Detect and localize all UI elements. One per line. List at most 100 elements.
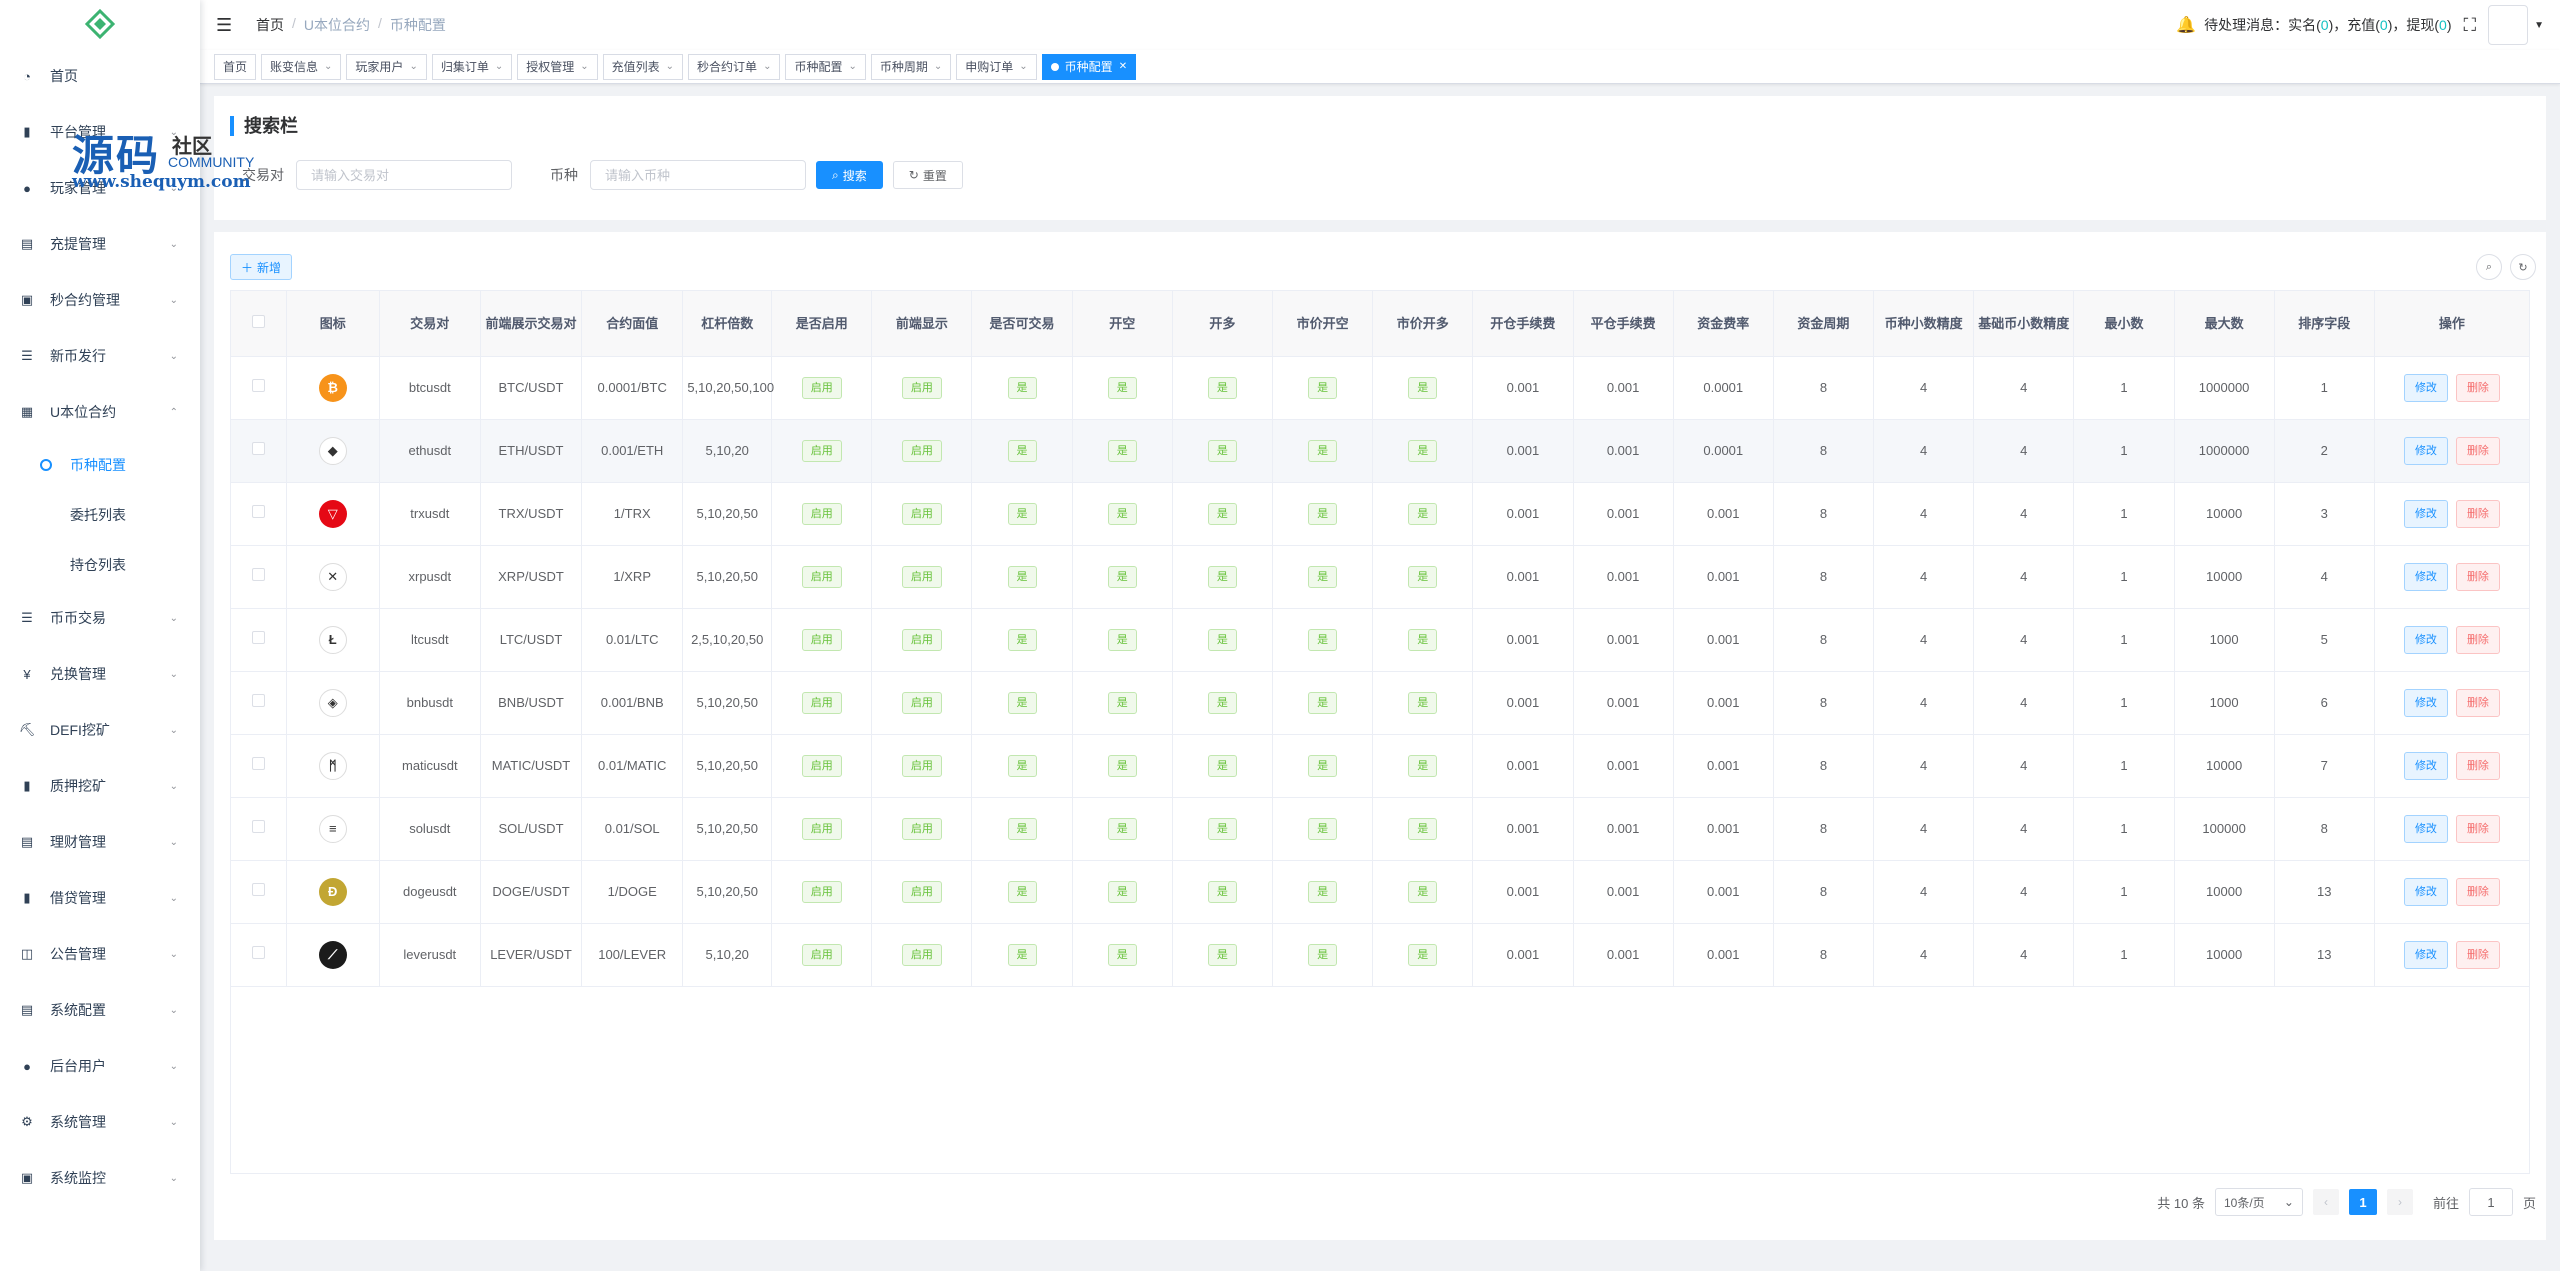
- row-checkbox[interactable]: [251, 820, 265, 833]
- close-icon[interactable]: ⌄: [1019, 61, 1027, 72]
- close-icon[interactable]: ⌄: [848, 61, 856, 72]
- next-page-button[interactable]: ›: [2386, 1189, 2413, 1215]
- edit-button[interactable]: 修改: [2403, 437, 2448, 465]
- close-icon[interactable]: ⌄: [934, 61, 942, 72]
- tag-1[interactable]: 账变信息 ⌄: [261, 53, 342, 80]
- sidebar-item-user[interactable]: ● 玩家管理 ⌄: [0, 160, 200, 216]
- bell-icon[interactable]: 🔔: [2176, 15, 2196, 35]
- tag-3[interactable]: 归集订单 ⌄: [431, 53, 513, 80]
- edit-button[interactable]: 修改: [2403, 689, 2448, 717]
- select-all-checkbox[interactable]: [251, 314, 265, 328]
- page-number-current[interactable]: 1: [2348, 1189, 2377, 1215]
- row-checkbox[interactable]: [251, 694, 265, 707]
- tag-2[interactable]: 玩家用户 ⌄: [346, 53, 427, 80]
- sidebar-subitem-0[interactable]: 币种配置: [0, 440, 200, 490]
- sidebar-item-label: 兑换管理: [50, 666, 106, 682]
- close-icon[interactable]: ⌄: [409, 61, 417, 72]
- delete-button[interactable]: 删除: [2455, 437, 2500, 465]
- close-icon[interactable]: ✕: [1119, 61, 1127, 72]
- edit-button[interactable]: 修改: [2403, 500, 2448, 528]
- tag-9[interactable]: 申购订单 ⌄: [956, 53, 1037, 80]
- row-checkbox[interactable]: [251, 379, 265, 392]
- delete-button[interactable]: 删除: [2455, 563, 2500, 591]
- edit-button[interactable]: 修改: [2403, 626, 2448, 654]
- breadcrumb-item-home[interactable]: 首页: [256, 15, 284, 35]
- row-checkbox[interactable]: [251, 946, 265, 959]
- page-size-select[interactable]: 10条/页 ⌄: [2214, 1188, 2303, 1216]
- tag-5[interactable]: 充值列表 ⌄: [602, 53, 684, 80]
- tag-active[interactable]: 币种配置 ✕: [1041, 53, 1137, 80]
- row-checkbox[interactable]: [251, 631, 265, 644]
- edit-button[interactable]: 修改: [2403, 878, 2448, 906]
- delete-button[interactable]: 删除: [2455, 626, 2500, 654]
- reset-button[interactable]: ↻ 重置: [892, 161, 963, 189]
- edit-button[interactable]: 修改: [2403, 941, 2448, 969]
- sidebar-item-deposit[interactable]: ▤ 充提管理 ⌄: [0, 216, 200, 272]
- logo[interactable]: [0, 0, 200, 48]
- sidebar-item-monitor[interactable]: ▣ 系统监控 ⌄: [0, 1150, 200, 1206]
- tag-4[interactable]: 授权管理 ⌄: [517, 53, 598, 80]
- tag-8[interactable]: 币种周期 ⌄: [870, 53, 952, 80]
- delete-button[interactable]: 删除: [2455, 878, 2500, 906]
- avatar[interactable]: [2488, 5, 2529, 45]
- row-checkbox[interactable]: [251, 883, 265, 896]
- close-icon[interactable]: ⌄: [324, 61, 332, 72]
- row-checkbox[interactable]: [251, 757, 265, 770]
- notice-withdraw-count[interactable]: 0: [2439, 17, 2447, 33]
- cell-min: 1: [2073, 797, 2175, 861]
- sidebar-item-admin-user[interactable]: ● 后台用户 ⌄: [0, 1038, 200, 1094]
- refresh-table-icon[interactable]: ↻: [2510, 254, 2536, 280]
- sidebar-item-gear[interactable]: ⚙ 系统管理 ⌄: [0, 1094, 200, 1150]
- delete-button[interactable]: 删除: [2455, 689, 2500, 717]
- notice-realname-count[interactable]: 0: [2321, 17, 2329, 33]
- tag-0[interactable]: 首页: [214, 53, 257, 80]
- add-button[interactable]: ＋ 新增: [230, 254, 293, 280]
- row-checkbox[interactable]: [251, 442, 265, 455]
- coin-input[interactable]: [590, 160, 806, 190]
- sidebar-item-mining[interactable]: ⛏ DEFI挖矿 ⌄: [0, 702, 200, 758]
- edit-button[interactable]: 修改: [2403, 563, 2448, 591]
- row-checkbox[interactable]: [251, 568, 265, 581]
- sidebar-item-grid[interactable]: ▦ U本位合约 ⌃: [0, 384, 200, 440]
- sidebar-item-bar-chart[interactable]: ▮ 质押挖矿 ⌄: [0, 758, 200, 814]
- sidebar-item-list[interactable]: ☰ 币币交易 ⌄: [0, 590, 200, 646]
- toggle-search-icon[interactable]: ⌕: [2476, 254, 2502, 280]
- sidebar-item-finance[interactable]: ▤ 理财管理 ⌄: [0, 814, 200, 870]
- sidebar-item-loan[interactable]: ▮ 借贷管理 ⌄: [0, 870, 200, 926]
- cell-coinPrec: 4: [1873, 356, 1975, 420]
- sidebar-item-platform[interactable]: ▮ 平台管理 ⌄: [0, 104, 200, 160]
- sidebar-subitem-2[interactable]: 持仓列表: [0, 540, 200, 590]
- sidebar-item-config[interactable]: ▤ 系统配置 ⌄: [0, 982, 200, 1038]
- notice-recharge-count[interactable]: 0: [2380, 17, 2388, 33]
- sidebar-item-book[interactable]: ◫ 公告管理 ⌄: [0, 926, 200, 982]
- delete-button[interactable]: 删除: [2455, 941, 2500, 969]
- close-icon[interactable]: ⌄: [580, 61, 588, 72]
- row-checkbox[interactable]: [251, 505, 265, 518]
- close-icon[interactable]: ⌄: [666, 61, 674, 72]
- tag-7[interactable]: 币种配置 ⌄: [785, 53, 866, 80]
- sidebar-item-issue[interactable]: ☰ 新币发行 ⌄: [0, 328, 200, 384]
- edit-button[interactable]: 修改: [2403, 752, 2448, 780]
- close-icon[interactable]: ⌄: [763, 61, 771, 72]
- close-icon[interactable]: ⌄: [495, 61, 503, 72]
- search-title: 搜索栏: [230, 116, 298, 136]
- pair-input[interactable]: [296, 160, 512, 190]
- search-button[interactable]: ⌕ 搜索: [816, 161, 883, 189]
- tag-6[interactable]: 秒合约订单 ⌄: [688, 53, 781, 80]
- sidebar-subitem-1[interactable]: 委托列表: [0, 490, 200, 540]
- goto-page-input[interactable]: [2468, 1188, 2513, 1216]
- sidebar-subitem-label: 委托列表: [70, 507, 126, 523]
- fullscreen-icon[interactable]: ⛶: [2463, 15, 2476, 36]
- edit-button[interactable]: 修改: [2403, 374, 2448, 402]
- delete-button[interactable]: 删除: [2455, 374, 2500, 402]
- hamburger-icon[interactable]: ☰: [216, 15, 240, 36]
- delete-button[interactable]: 删除: [2455, 815, 2500, 843]
- delete-button[interactable]: 删除: [2455, 500, 2500, 528]
- sidebar-item-dashboard[interactable]: ◔ 首页: [0, 48, 200, 104]
- prev-page-button[interactable]: ‹: [2312, 1189, 2339, 1215]
- caret-down-icon[interactable]: ▼: [2534, 20, 2544, 31]
- sidebar-item-yen[interactable]: ¥ 兑换管理 ⌄: [0, 646, 200, 702]
- sidebar-item-contract[interactable]: ▣ 秒合约管理 ⌄: [0, 272, 200, 328]
- edit-button[interactable]: 修改: [2403, 815, 2448, 843]
- delete-button[interactable]: 删除: [2455, 752, 2500, 780]
